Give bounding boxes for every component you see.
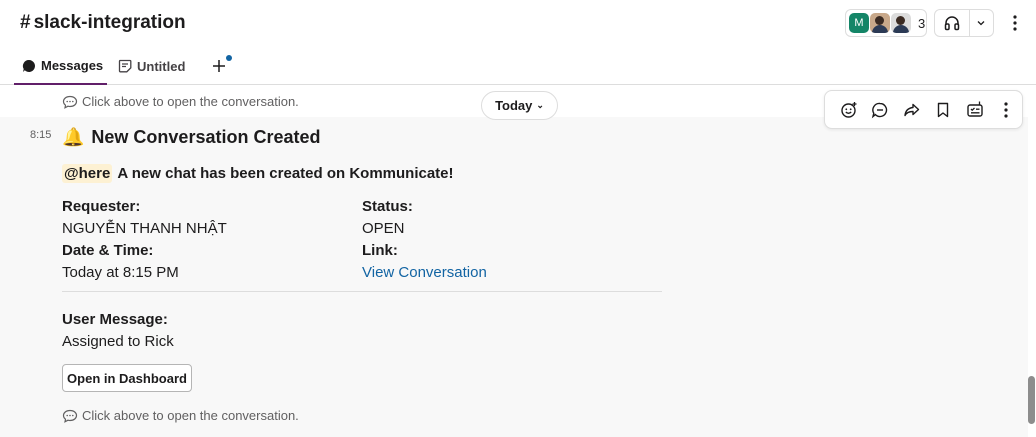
chevron-down-icon[interactable] — [970, 10, 993, 36]
bookmark-icon[interactable] — [928, 94, 960, 126]
avatar: M — [849, 13, 869, 33]
channel-tabs: Messages Untitled — [0, 48, 1036, 85]
message-actions-toolbar — [824, 90, 1023, 129]
requester-value: NGUYỄN THANH NHẬT — [62, 220, 227, 237]
speech-bubble-icon — [62, 409, 78, 423]
datetime-label: Date & Time: — [62, 242, 154, 259]
requester-label: Requester: — [62, 198, 141, 215]
open-conversation-hint[interactable]: Click above to open the conversation. — [62, 94, 299, 109]
tab-label: Untitled — [137, 58, 186, 74]
here-mention[interactable]: @here — [62, 164, 113, 183]
open-conversation-hint[interactable]: Click above to open the conversation. — [62, 408, 299, 423]
date-divider-button[interactable]: Today ⌄ — [481, 91, 558, 120]
user-message-label: User Message: — [62, 311, 168, 328]
date-label: Today — [495, 98, 533, 113]
channel-header: # slack-integration M 3 — [0, 0, 1036, 48]
view-conversation-link[interactable]: View Conversation — [362, 264, 487, 281]
hint-text: Click above to open the conversation. — [82, 94, 299, 109]
tab-label: Messages — [41, 58, 104, 73]
more-actions-icon[interactable] — [991, 94, 1023, 126]
avatar — [870, 13, 890, 33]
status-value: OPEN — [362, 220, 405, 237]
message-pane: Click above to open the conversation. To… — [0, 85, 1028, 437]
speech-bubble-icon — [62, 95, 78, 109]
hint-text: Click above to open the conversation. — [82, 408, 299, 423]
add-to-list-icon[interactable] — [959, 94, 991, 126]
members-button[interactable]: M 3 — [845, 9, 927, 37]
open-in-dashboard-button[interactable]: Open in Dashboard — [62, 364, 192, 392]
chevron-down-icon: ⌄ — [536, 100, 544, 110]
huddle-button[interactable] — [934, 9, 994, 37]
reply-thread-icon[interactable] — [865, 94, 897, 126]
canvas-icon — [118, 59, 132, 73]
scrollbar-thumb[interactable] — [1028, 376, 1035, 424]
message-timestamp[interactable]: 8:15 — [30, 129, 51, 141]
divider — [62, 291, 662, 292]
channel-name: slack-integration — [33, 12, 186, 33]
notification-dot — [226, 55, 232, 61]
tab-messages[interactable]: Messages — [14, 48, 107, 85]
forward-icon[interactable] — [896, 94, 928, 126]
more-icon[interactable] — [1007, 12, 1023, 34]
headphones-icon[interactable] — [935, 10, 970, 36]
message-title: 🔔 New Conversation Created — [62, 127, 320, 148]
tab-untitled[interactable]: Untitled — [118, 48, 185, 84]
message-intro: @here A new chat has been created on Kom… — [62, 164, 454, 183]
avatar — [891, 13, 911, 33]
member-count: 3 — [918, 15, 926, 31]
intro-text: A new chat has been created on Kommunica… — [117, 165, 454, 182]
add-reaction-icon[interactable] — [833, 94, 865, 126]
status-label: Status: — [362, 198, 413, 215]
title-text: New Conversation Created — [91, 127, 321, 147]
message-bubble-icon — [22, 59, 36, 73]
channel-title[interactable]: # slack-integration — [20, 12, 186, 34]
hash-icon: # — [20, 12, 31, 33]
user-message-value: Assigned to Rick — [62, 333, 174, 350]
datetime-value: Today at 8:15 PM — [62, 264, 179, 281]
bell-icon: 🔔 — [62, 127, 85, 147]
link-label: Link: — [362, 242, 398, 259]
